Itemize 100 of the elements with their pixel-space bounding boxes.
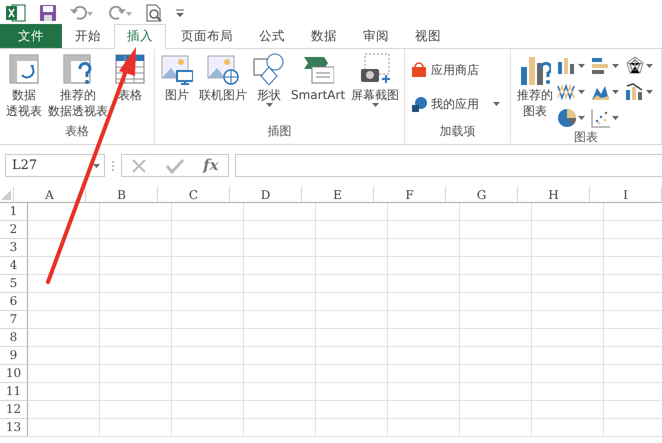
grid-cell[interactable]: [388, 311, 460, 329]
grid-cell[interactable]: [460, 401, 532, 419]
grid-cell[interactable]: [100, 401, 172, 419]
column-header[interactable]: F: [374, 187, 446, 203]
grid-cell[interactable]: [244, 275, 316, 293]
grid-cell[interactable]: [28, 311, 100, 329]
grid-cell[interactable]: [460, 383, 532, 401]
grid-cell[interactable]: [532, 347, 604, 365]
grid-cell[interactable]: [100, 203, 172, 221]
grid-cell[interactable]: [316, 311, 388, 329]
grid-cell[interactable]: [388, 203, 460, 221]
grid-cell[interactable]: [100, 383, 172, 401]
grid-cell[interactable]: [460, 203, 532, 221]
grid-cell[interactable]: [172, 383, 244, 401]
grid-cell[interactable]: [316, 221, 388, 239]
grid-cell[interactable]: [172, 419, 244, 437]
grid-cell[interactable]: [388, 401, 460, 419]
column-header[interactable]: A: [14, 187, 86, 203]
grid-cell[interactable]: [244, 293, 316, 311]
grid-cell[interactable]: [172, 275, 244, 293]
row-header[interactable]: 8: [0, 329, 28, 347]
grid-cell[interactable]: [100, 293, 172, 311]
grid-cell[interactable]: [244, 383, 316, 401]
select-all-corner[interactable]: [0, 187, 14, 203]
grid-cell[interactable]: [28, 419, 100, 437]
grid-cell[interactable]: [532, 365, 604, 383]
grid-cell[interactable]: [532, 293, 604, 311]
row-header[interactable]: 4: [0, 257, 28, 275]
row-header[interactable]: 5: [0, 275, 28, 293]
grid-cell[interactable]: [460, 293, 532, 311]
grid-cell[interactable]: [28, 347, 100, 365]
grid-cell[interactable]: [28, 275, 100, 293]
grid-cell[interactable]: [388, 221, 460, 239]
grid-cell[interactable]: [532, 239, 604, 257]
grid-cell[interactable]: [172, 257, 244, 275]
column-header[interactable]: C: [158, 187, 230, 203]
grid-cell[interactable]: [244, 401, 316, 419]
grid-cell[interactable]: [172, 347, 244, 365]
grid-cell[interactable]: [316, 365, 388, 383]
grid-cell[interactable]: [100, 329, 172, 347]
grid-cell[interactable]: [532, 401, 604, 419]
grid-cell[interactable]: [244, 221, 316, 239]
row-header[interactable]: 13: [0, 419, 28, 437]
column-header[interactable]: G: [446, 187, 518, 203]
ribbon-command[interactable]: 推荐的 图表: [515, 53, 555, 128]
cancel-icon[interactable]: [131, 158, 148, 174]
grid-cell[interactable]: [244, 239, 316, 257]
grid-cell[interactable]: [244, 329, 316, 347]
grid-cell[interactable]: [316, 347, 388, 365]
ribbon-command[interactable]: 数据 透视表: [4, 53, 44, 122]
grid-cell[interactable]: [28, 257, 100, 275]
grid-cell[interactable]: [532, 275, 604, 293]
save-icon[interactable]: [40, 4, 56, 20]
grid-cell[interactable]: [172, 221, 244, 239]
grid-cell[interactable]: [28, 239, 100, 257]
grid-cell[interactable]: [172, 203, 244, 221]
grid-cell[interactable]: [460, 221, 532, 239]
grid-cell[interactable]: [460, 239, 532, 257]
chart-type-button[interactable]: [625, 82, 655, 102]
grid-cell[interactable]: [532, 311, 604, 329]
chart-type-button[interactable]: [625, 56, 655, 76]
grid-cell[interactable]: [28, 401, 100, 419]
enter-check-icon[interactable]: [166, 158, 184, 174]
grid-cell[interactable]: [388, 293, 460, 311]
grid-cell[interactable]: [28, 329, 100, 347]
ribbon-tab[interactable]: 页面布局: [166, 24, 246, 48]
grid-cell[interactable]: [316, 275, 388, 293]
ribbon-tab[interactable]: 视图: [402, 24, 454, 48]
row-header[interactable]: 6: [0, 293, 28, 311]
ribbon-command[interactable]: SmartArt: [289, 53, 348, 122]
grid-cell[interactable]: [244, 311, 316, 329]
ribbon-tab[interactable]: 公式: [246, 24, 298, 48]
grid-cell[interactable]: [28, 221, 100, 239]
row-header[interactable]: 12: [0, 401, 28, 419]
ribbon-command[interactable]: 联机图片: [197, 53, 249, 122]
ribbon-tab[interactable]: 数据: [298, 24, 350, 48]
grid-cell[interactable]: [172, 293, 244, 311]
grid-cell[interactable]: [100, 311, 172, 329]
ribbon-command[interactable]: 我的应用: [409, 93, 502, 115]
grid-cell[interactable]: [532, 383, 604, 401]
grid-cell[interactable]: [388, 383, 460, 401]
grid-cell[interactable]: [100, 275, 172, 293]
grid-cell[interactable]: [172, 329, 244, 347]
row-header[interactable]: 9: [0, 347, 28, 365]
grid-cell[interactable]: [28, 293, 100, 311]
row-header[interactable]: 10: [0, 365, 28, 383]
grid-cell[interactable]: [100, 419, 172, 437]
grid-cell[interactable]: [460, 257, 532, 275]
grid-cell[interactable]: [460, 365, 532, 383]
grid-cell[interactable]: [316, 419, 388, 437]
grid-cell[interactable]: [388, 239, 460, 257]
grid-cell[interactable]: [100, 239, 172, 257]
grid-cell[interactable]: [388, 275, 460, 293]
ribbon-command[interactable]: 图片: [159, 53, 195, 122]
grid-cell[interactable]: [316, 401, 388, 419]
insert-function-button[interactable]: fx: [203, 154, 219, 177]
grid-cell[interactable]: [388, 365, 460, 383]
ribbon-command[interactable]: 形状: [251, 53, 287, 122]
undo-icon[interactable]: [70, 6, 94, 20]
grid-cell[interactable]: [244, 347, 316, 365]
